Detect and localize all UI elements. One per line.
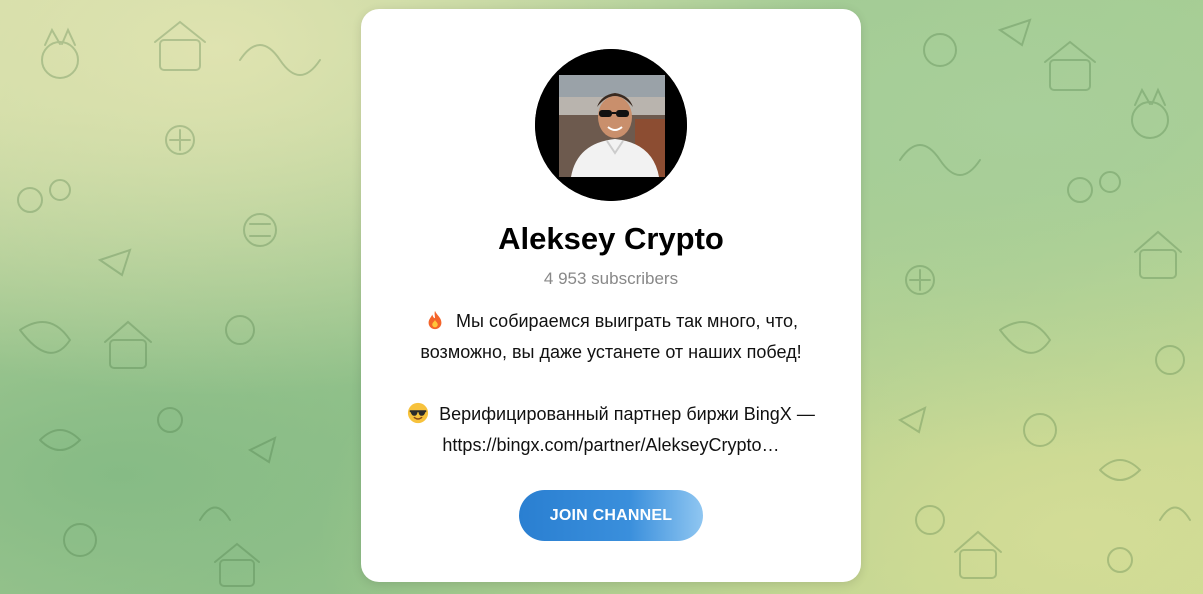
description-line-2: возможно, вы даже устанете от наших побе… — [420, 342, 802, 362]
subscriber-count: 4 953 subscribers — [543, 269, 679, 288]
description-link[interactable]: https://bingx.com/partner/AlekseyCrypto… — [381, 430, 841, 461]
channel-avatar — [535, 49, 687, 201]
channel-card: Aleksey Crypto 4 953 subscribers Мы соби… — [361, 9, 861, 582]
fire-emoji-icon — [428, 310, 442, 330]
description-line-3: Верифицированный партнер биржи BingX — — [381, 399, 841, 430]
description-text-1: Мы собираемся выиграть так много, что, — [456, 311, 798, 331]
channel-title: Aleksey Crypto — [498, 221, 724, 256]
avatar-photo — [535, 49, 687, 201]
description-line-1: Мы собираемся выиграть так много, что, — [381, 306, 841, 337]
description-text-3: Верифицированный партнер биржи BingX — — [439, 404, 815, 424]
join-channel-button[interactable]: JOIN CHANNEL — [519, 490, 703, 541]
sunglasses-emoji-icon — [408, 402, 429, 424]
channel-description: Мы собираемся выиграть так много, что, в… — [381, 306, 841, 461]
